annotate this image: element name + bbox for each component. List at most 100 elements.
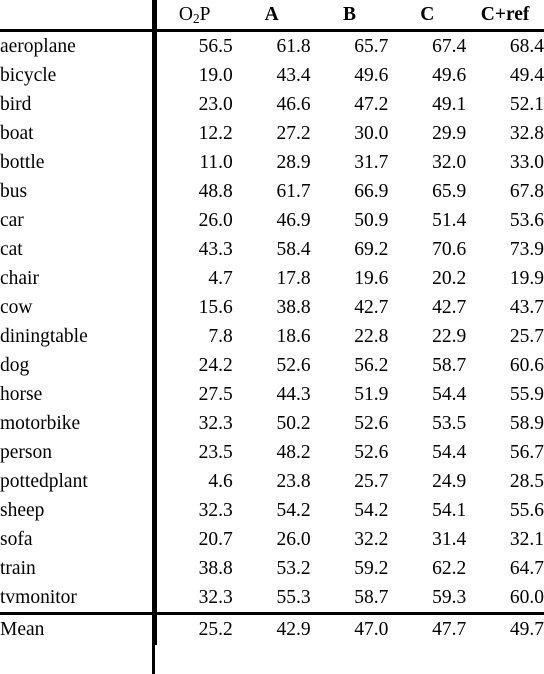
cell-b: 56.2 xyxy=(354,354,389,376)
row-label: aeroplane xyxy=(0,30,157,61)
cell-cref: 19.9 xyxy=(509,267,544,289)
cell-a: 18.6 xyxy=(276,325,311,347)
table-row: motorbike 32.3 50.2 52.6 53.5 58.9 xyxy=(0,409,544,438)
table-footer: Mean 25.2 42.9 47.0 47.7 49.7 xyxy=(0,612,544,645)
cell-c: 47.7 xyxy=(388,612,467,645)
cell-b: 52.6 xyxy=(354,441,389,463)
table-row: cow 15.6 38.8 42.7 42.7 43.7 xyxy=(0,293,544,322)
cell-cref: 73.9 xyxy=(509,238,544,260)
header-o2p-subscript: 2 xyxy=(192,10,200,26)
cell-c: 29.9 xyxy=(432,122,467,144)
cell-c: 54.4 xyxy=(432,441,467,463)
row-label: sheep xyxy=(0,496,157,525)
cell-c: 53.5 xyxy=(432,412,467,434)
cell-b: 25.7 xyxy=(354,470,389,492)
cell-c: 70.6 xyxy=(432,238,467,260)
table-row: sofa 20.7 26.0 32.2 31.4 32.1 xyxy=(0,525,544,554)
row-label: boat xyxy=(0,119,157,148)
cell-o2p: 24.2 xyxy=(198,354,233,376)
cell-o2p: 38.8 xyxy=(198,557,233,579)
cell-o2p: 15.6 xyxy=(198,296,233,318)
cell-a: 48.2 xyxy=(276,441,311,463)
cell-b: 19.6 xyxy=(354,267,389,289)
cell-a: 53.2 xyxy=(276,557,311,579)
row-label: horse xyxy=(0,380,157,409)
column-header-a: A xyxy=(264,3,279,25)
cell-b: 30.0 xyxy=(354,122,389,144)
cell-cref: 49.7 xyxy=(466,612,544,645)
cell-cref: 32.8 xyxy=(509,122,544,144)
cell-b: 65.7 xyxy=(354,35,389,57)
cell-o2p: 48.8 xyxy=(198,180,233,202)
row-label: person xyxy=(0,438,157,467)
summary-row-label: Mean xyxy=(0,612,157,645)
cell-b: 47.0 xyxy=(310,612,389,645)
column-header-b: B xyxy=(342,3,356,25)
cell-b: 31.7 xyxy=(354,151,389,173)
cell-a: 61.7 xyxy=(276,180,311,202)
row-label: pottedplant xyxy=(0,467,157,496)
cell-b: 51.9 xyxy=(354,383,389,405)
cell-o2p: 26.0 xyxy=(198,209,233,231)
cell-a: 26.0 xyxy=(276,528,311,550)
cell-cref: 68.4 xyxy=(509,35,544,57)
table-row: cat 43.3 58.4 69.2 70.6 73.9 xyxy=(0,235,544,264)
cell-cref: 53.6 xyxy=(509,209,544,231)
cell-a: 27.2 xyxy=(276,122,311,144)
cell-a: 55.3 xyxy=(276,586,311,608)
row-label: bottle xyxy=(0,148,157,177)
cell-cref: 55.9 xyxy=(509,383,544,405)
row-label: bicycle xyxy=(0,61,157,90)
cell-cref: 64.7 xyxy=(509,557,544,579)
cell-a: 46.6 xyxy=(276,93,311,115)
table-row: bird 23.0 46.6 47.2 49.1 52.1 xyxy=(0,90,544,119)
cell-c: 65.9 xyxy=(432,180,467,202)
cell-a: 28.9 xyxy=(276,151,311,173)
cell-a: 44.3 xyxy=(276,383,311,405)
cell-b: 32.2 xyxy=(354,528,389,550)
cell-o2p: 11.0 xyxy=(199,151,233,173)
cell-cref: 25.7 xyxy=(509,325,544,347)
cell-c: 31.4 xyxy=(432,528,467,550)
header-o2p-text: O2P xyxy=(178,3,211,26)
row-label: cow xyxy=(0,293,157,322)
table-row: sheep 32.3 54.2 54.2 54.1 55.6 xyxy=(0,496,544,525)
cell-a: 46.9 xyxy=(276,209,311,231)
cell-c: 62.2 xyxy=(432,557,467,579)
cell-cref: 60.0 xyxy=(509,586,544,608)
table-summary-row: Mean 25.2 42.9 47.0 47.7 49.7 xyxy=(0,612,544,645)
cell-c: 51.4 xyxy=(432,209,467,231)
cell-cref: 56.7 xyxy=(509,441,544,463)
cell-c: 20.2 xyxy=(432,267,467,289)
column-header-class xyxy=(0,0,157,31)
cell-c: 54.4 xyxy=(432,383,467,405)
cell-b: 22.8 xyxy=(354,325,389,347)
cell-a: 61.8 xyxy=(276,35,311,57)
table-row: bottle 11.0 28.9 31.7 32.0 33.0 xyxy=(0,148,544,177)
cell-o2p: 20.7 xyxy=(198,528,233,550)
cell-b: 69.2 xyxy=(354,238,389,260)
cell-cref: 32.1 xyxy=(509,528,544,550)
cell-b: 54.2 xyxy=(354,499,389,521)
table-header: O2P A B C C+ref xyxy=(0,0,544,31)
table-row: bicycle 19.0 43.4 49.6 49.6 49.4 xyxy=(0,61,544,90)
cell-o2p: 27.5 xyxy=(198,383,233,405)
per-class-results-table: O2P A B C C+ref aeroplane 56.5 61.8 65.7 67.… xyxy=(0,0,544,645)
row-label: cat xyxy=(0,235,157,264)
cell-b: 42.7 xyxy=(354,296,389,318)
table-row: tvmonitor 32.3 55.3 58.7 59.3 60.0 xyxy=(0,583,544,614)
row-label: diningtable xyxy=(0,322,157,351)
table-row: pottedplant 4.6 23.8 25.7 24.9 28.5 xyxy=(0,467,544,496)
cell-b: 47.2 xyxy=(354,93,389,115)
column-header-c: C xyxy=(420,3,435,25)
cell-cref: 60.6 xyxy=(509,354,544,376)
table-row: aeroplane 56.5 61.8 65.7 67.4 68.4 xyxy=(0,30,544,61)
table-row: boat 12.2 27.2 30.0 29.9 32.8 xyxy=(0,119,544,148)
cell-o2p: 12.2 xyxy=(198,122,233,144)
cell-c: 67.4 xyxy=(432,35,467,57)
header-row: O2P A B C C+ref xyxy=(0,0,544,31)
cell-a: 23.8 xyxy=(276,470,311,492)
cell-o2p: 56.5 xyxy=(198,35,233,57)
cell-o2p: 4.7 xyxy=(208,267,233,289)
cell-cref: 52.1 xyxy=(509,93,544,115)
